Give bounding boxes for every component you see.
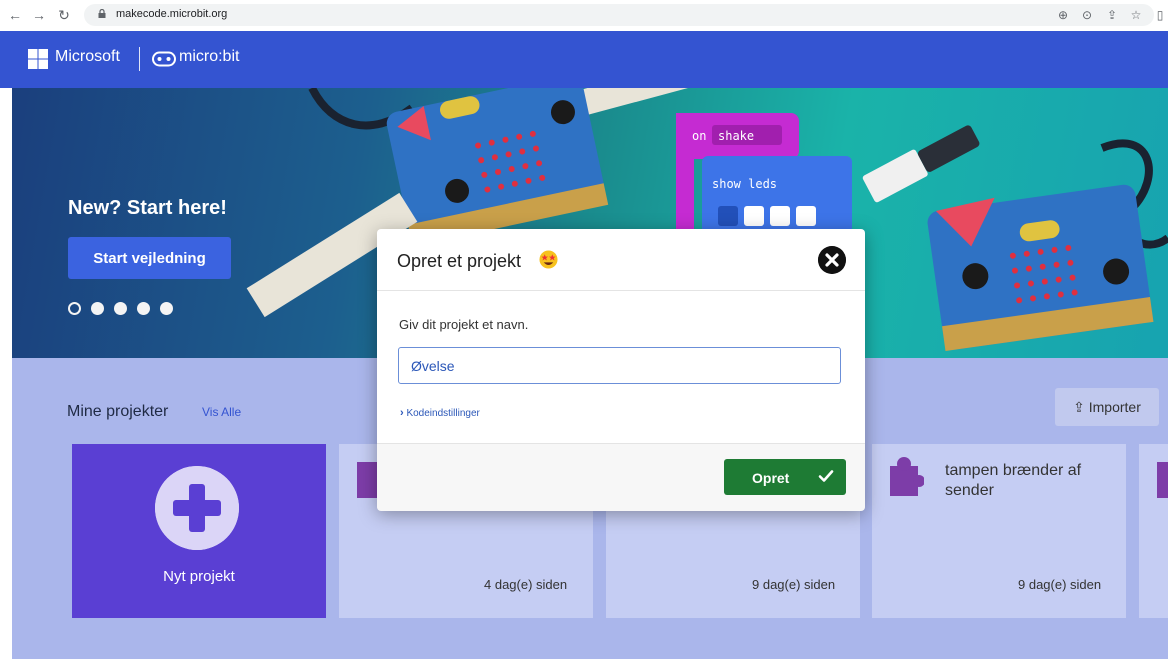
zoom-icon[interactable]: ⊙ bbox=[1079, 6, 1095, 24]
carousel-dot-1[interactable] bbox=[68, 302, 81, 315]
dialog-divider bbox=[377, 290, 865, 291]
address-bar[interactable] bbox=[84, 4, 1154, 26]
code-block-show-leds-text: show leds bbox=[712, 177, 777, 191]
carousel-dot-4[interactable] bbox=[137, 302, 150, 315]
checkmark-icon bbox=[818, 470, 834, 482]
puzzle-icon bbox=[890, 457, 924, 496]
share-icon[interactable]: ⇪ bbox=[1104, 6, 1120, 24]
forward-icon[interactable]: → bbox=[30, 6, 48, 24]
puzzle-icon bbox=[357, 462, 377, 498]
star-struck-emoji-icon bbox=[539, 250, 558, 269]
microbit-label[interactable]: micro:bit bbox=[179, 48, 239, 66]
carousel-dot-2[interactable] bbox=[91, 302, 104, 315]
header-divider bbox=[139, 47, 140, 71]
project-name-input[interactable] bbox=[398, 347, 841, 384]
back-icon[interactable]: ← bbox=[6, 6, 24, 24]
start-tutorial-button[interactable]: Start vejledning bbox=[68, 237, 231, 279]
install-app-icon[interactable]: ⊕ bbox=[1055, 6, 1071, 24]
new-project-label: Nyt projekt bbox=[163, 568, 235, 585]
import-button-label: Importer bbox=[1088, 398, 1141, 415]
code-block-shake-text: shake bbox=[718, 129, 754, 143]
bookmark-star-icon[interactable]: ☆ bbox=[1128, 6, 1144, 24]
url-text[interactable]: makecode.microbit.org bbox=[116, 8, 227, 20]
upload-icon: ⇪ bbox=[1073, 398, 1085, 415]
microsoft-label[interactable]: Microsoft bbox=[55, 48, 120, 66]
project-card-title: tampen brænder af sender bbox=[945, 462, 1082, 499]
carousel-dot-5[interactable] bbox=[160, 302, 173, 315]
create-button-label[interactable]: Opret bbox=[752, 470, 789, 486]
microsoft-logo-icon bbox=[28, 49, 48, 69]
code-settings-label: Kodeindstillinger bbox=[406, 408, 480, 419]
chevron-right-icon: › bbox=[400, 407, 404, 419]
import-button[interactable]: ⇪ Importer bbox=[1055, 388, 1159, 426]
carousel-dot-3[interactable] bbox=[114, 302, 127, 315]
close-icon[interactable] bbox=[818, 246, 846, 274]
microbit-logo-icon bbox=[152, 51, 176, 67]
reload-icon[interactable]: ↻ bbox=[55, 6, 73, 24]
my-projects-heading: Mine projekter bbox=[67, 403, 169, 420]
view-all-link[interactable]: Vis Alle bbox=[202, 405, 241, 419]
project-card-age: 4 dag(e) siden bbox=[484, 577, 568, 592]
code-block-on-text: on bbox=[692, 129, 706, 143]
project-card-age: 9 dag(e) siden bbox=[1018, 577, 1102, 592]
code-settings-toggle[interactable]: › Kodeindstillinger bbox=[400, 407, 480, 419]
project-card-age: 9 dag(e) siden bbox=[752, 577, 836, 592]
side-panel-icon[interactable]: ▯ bbox=[1152, 6, 1168, 24]
lock-icon bbox=[98, 9, 106, 18]
puzzle-icon bbox=[1157, 462, 1168, 498]
dialog-title: Opret et projekt bbox=[397, 251, 522, 271]
plus-icon bbox=[155, 466, 239, 550]
project-name-prompt: Giv dit projekt et navn. bbox=[399, 317, 529, 332]
hero-title: New? Start here! bbox=[68, 197, 227, 219]
